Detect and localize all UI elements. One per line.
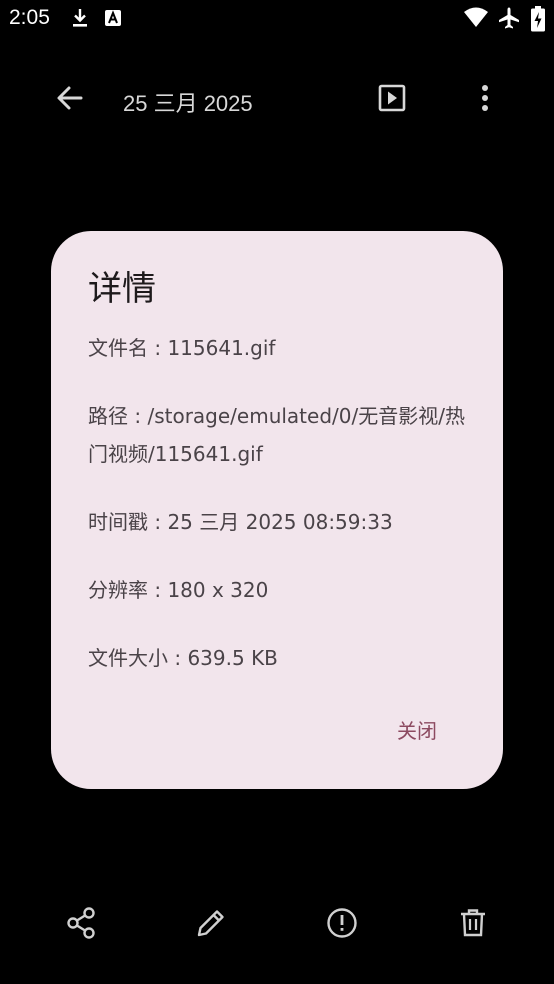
- battery-icon: [530, 6, 546, 32]
- info-icon: [322, 903, 362, 943]
- edit-icon: [191, 903, 231, 943]
- text-a-icon: [104, 6, 122, 30]
- detail-size: 文件大小 : 639.5 KB: [88, 646, 278, 670]
- download-icon: [70, 6, 90, 30]
- screen: 2:05 25 三月 2025 详情 文件名: 115641.gif 路径:…: [0, 0, 554, 984]
- status-time: 2:05: [9, 6, 50, 29]
- detail-timestamp: 时间戳 : 25 三月 2025 08:59:33: [88, 510, 393, 534]
- close-button[interactable]: 关闭: [384, 715, 450, 747]
- more-vert-icon: [465, 78, 505, 118]
- edit-button[interactable]: [191, 903, 231, 943]
- more-options-button[interactable]: [465, 78, 505, 118]
- wifi-icon: [463, 6, 489, 30]
- bottom-action-bar: [0, 892, 554, 954]
- slideshow-play-icon: [372, 78, 412, 118]
- status-bar: 2:05: [0, 0, 554, 38]
- dialog-title: 详情: [88, 269, 156, 309]
- delete-button[interactable]: [453, 903, 493, 943]
- page-title: 25 三月 2025: [123, 91, 253, 116]
- share-icon: [61, 903, 101, 943]
- slideshow-button[interactable]: [372, 78, 412, 118]
- detail-filename: 文件名 : 115641.gif: [88, 336, 276, 360]
- share-button[interactable]: [61, 903, 101, 943]
- detail-path: 路径 : /storage/emulated/0/无音影视/热门视频/11564…: [88, 404, 465, 466]
- details-dialog: 详情 文件名 : 115641.gif 路径 : /storage/emulat…: [51, 231, 503, 789]
- info-button[interactable]: [322, 903, 362, 943]
- back-button[interactable]: [50, 78, 90, 118]
- arrow-back-icon: [50, 78, 90, 118]
- airplane-mode-icon: [497, 6, 521, 30]
- detail-resolution: 分辨率 : 180 x 320: [88, 578, 269, 602]
- app-bar: 25 三月 2025: [0, 60, 554, 136]
- delete-icon: [453, 903, 493, 943]
